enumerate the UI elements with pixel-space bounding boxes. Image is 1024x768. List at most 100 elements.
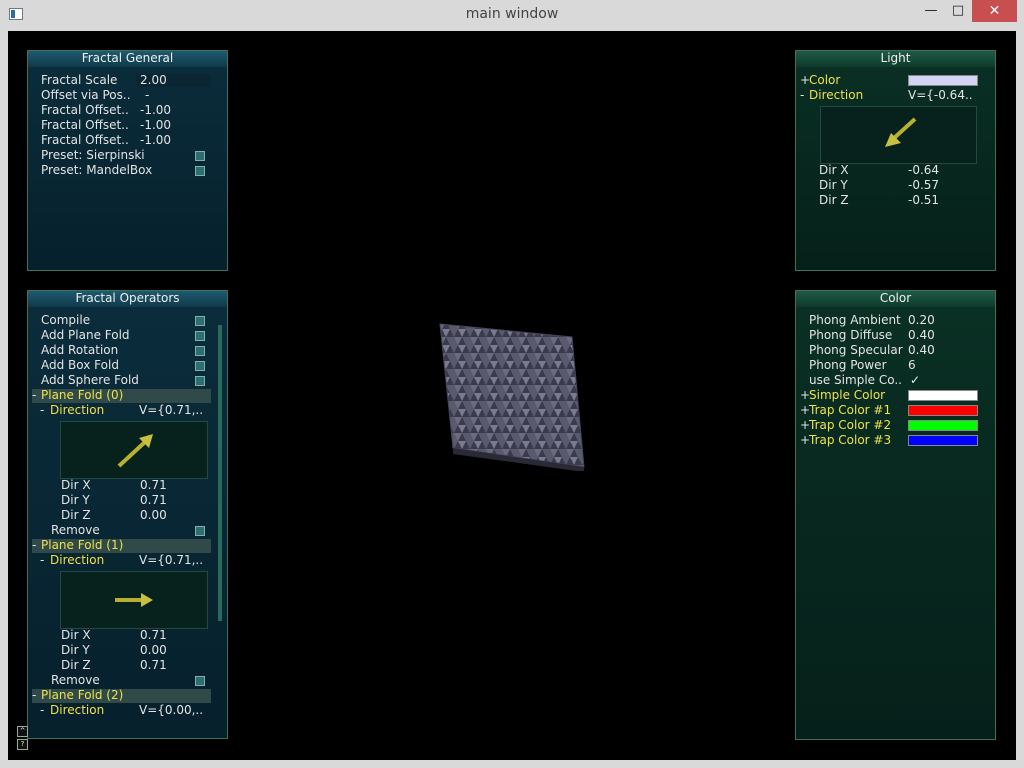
plane-fold-2-direction-row[interactable]: - Direction V={0.00,..: [40, 703, 220, 718]
light-direction-widget[interactable]: [820, 106, 977, 164]
add-plane-fold-button[interactable]: Add Plane Fold: [41, 328, 211, 343]
panel-title: Fractal General: [28, 51, 227, 67]
row-value[interactable]: 0.71: [140, 628, 167, 643]
preset-sierpinski-checkbox[interactable]: [195, 151, 205, 161]
row-value[interactable]: -: [145, 88, 149, 103]
trap-color-3-row[interactable]: + Trap Color #3: [800, 433, 990, 448]
arrow-up-right-icon: [117, 434, 153, 468]
light-direction-row[interactable]: - Direction V={-0.64..: [800, 88, 990, 103]
row-value[interactable]: 0.40: [908, 328, 935, 343]
direction-widget-0[interactable]: [60, 421, 208, 479]
light-dir-z-row[interactable]: Dir Z -0.51: [819, 193, 979, 208]
trap-color-3-swatch[interactable]: [908, 435, 978, 446]
expand-toggle[interactable]: -: [32, 388, 36, 403]
row-value[interactable]: 0.40: [908, 343, 935, 358]
direction-value: V={0.00,..: [139, 703, 204, 717]
help-icon[interactable]: ?: [17, 739, 28, 750]
add-plane-fold-checkbox[interactable]: [195, 331, 205, 341]
phong-diffuse-row[interactable]: Phong Diffuse 0.40: [809, 328, 989, 343]
row-value[interactable]: -1.00: [140, 103, 171, 118]
fractal-offset-y-row[interactable]: Fractal Offset.. -1.00: [41, 118, 226, 133]
expand-toggle[interactable]: -: [40, 553, 44, 568]
plane-fold-0-header-row[interactable]: - Plane Fold (0): [32, 388, 212, 403]
row-label: Dir Z: [819, 193, 849, 207]
render-viewport[interactable]: Fractal General Fractal Scale 2.00 Offse…: [8, 31, 1016, 760]
remove-checkbox[interactable]: [195, 676, 205, 686]
expand-toggle[interactable]: -: [32, 688, 36, 703]
expand-toggle[interactable]: -: [32, 538, 36, 553]
simple-color-swatch[interactable]: [908, 390, 978, 401]
plane-fold-1-direction-row[interactable]: - Direction V={0.71,..: [40, 553, 220, 568]
row-value[interactable]: 0.71: [140, 493, 167, 508]
check-icon[interactable]: ✓: [910, 373, 920, 388]
row-value[interactable]: 6: [908, 358, 916, 373]
dir-x-row[interactable]: Dir X 0.71: [61, 478, 211, 493]
plane-fold-1-header-row[interactable]: - Plane Fold (1): [32, 538, 212, 553]
compile-button[interactable]: Compile: [41, 313, 211, 328]
add-sphere-fold-checkbox[interactable]: [195, 376, 205, 386]
row-value[interactable]: 0.00: [140, 643, 167, 658]
expand-toggle[interactable]: -: [40, 403, 44, 418]
dir-y-row[interactable]: Dir Y 0.00: [61, 643, 211, 658]
color-label: Color: [809, 73, 841, 87]
row-value[interactable]: -1.00: [140, 118, 171, 133]
panel-scrollbar[interactable]: [218, 325, 222, 621]
row-value[interactable]: -1.00: [140, 133, 171, 148]
maximize-button[interactable]: □: [944, 0, 972, 22]
row-label: Fractal Offset..: [41, 103, 129, 117]
row-value[interactable]: 0.00: [140, 508, 167, 523]
expand-toggle[interactable]: -: [800, 88, 804, 103]
trap-color-1-swatch[interactable]: [908, 405, 978, 416]
dir-y-row[interactable]: Dir Y 0.71: [61, 493, 211, 508]
row-value[interactable]: -0.51: [908, 193, 939, 208]
row-value[interactable]: 0.20: [908, 313, 935, 328]
light-dir-y-row[interactable]: Dir Y -0.57: [819, 178, 979, 193]
phong-specular-row[interactable]: Phong Specular 0.40: [809, 343, 989, 358]
fractal-offset-x-row[interactable]: Fractal Offset.. -1.00: [41, 103, 226, 118]
phong-power-row[interactable]: Phong Power 6: [809, 358, 989, 373]
simple-color-row[interactable]: + Simple Color: [800, 388, 990, 403]
add-box-fold-checkbox[interactable]: [195, 361, 205, 371]
remove-checkbox[interactable]: [195, 526, 205, 536]
light-color-row[interactable]: + Color: [800, 73, 990, 88]
row-value[interactable]: 0.71: [140, 658, 167, 673]
close-button[interactable]: ✕: [972, 0, 1017, 22]
trap-color-1-row[interactable]: + Trap Color #1: [800, 403, 990, 418]
plane-fold-0-direction-row[interactable]: - Direction V={0.71,..: [40, 403, 220, 418]
row-value[interactable]: -0.57: [908, 178, 939, 193]
phong-ambient-row[interactable]: Phong Ambient 0.20: [809, 313, 989, 328]
trap-color-2-row[interactable]: + Trap Color #2: [800, 418, 990, 433]
iconify-up-icon[interactable]: ^: [17, 726, 28, 737]
dir-z-row[interactable]: Dir Z 0.00: [61, 508, 211, 523]
row-value[interactable]: 2.00: [140, 73, 167, 88]
fractal-offset-z-row[interactable]: Fractal Offset.. -1.00: [41, 133, 226, 148]
offset-via-pos-row[interactable]: Offset via Pos.. -: [41, 88, 226, 103]
trap-color-2-swatch[interactable]: [908, 420, 978, 431]
row-value[interactable]: -0.64: [908, 163, 939, 178]
minimize-button[interactable]: —: [918, 0, 944, 22]
use-simple-color-row[interactable]: use Simple Co.. ✓: [809, 373, 989, 388]
compile-checkbox[interactable]: [195, 316, 205, 326]
add-sphere-fold-button[interactable]: Add Sphere Fold: [41, 373, 211, 388]
fractal-operators-panel: Fractal Operators Compile Add Plane Fold…: [27, 290, 228, 739]
add-rotation-checkbox[interactable]: [195, 346, 205, 356]
preset-sierpinski-button[interactable]: Preset: Sierpinski: [41, 148, 226, 163]
add-rotation-button[interactable]: Add Rotation: [41, 343, 211, 358]
preset-mandelbox-checkbox[interactable]: [195, 166, 205, 176]
light-color-swatch[interactable]: [908, 75, 978, 86]
row-value[interactable]: 0.71: [140, 478, 167, 493]
preset-mandelbox-button[interactable]: Preset: MandelBox: [41, 163, 226, 178]
fractal-render[interactable]: [438, 321, 588, 471]
expand-toggle[interactable]: -: [40, 703, 44, 718]
direction-widget-1[interactable]: [60, 571, 208, 629]
plane-fold-2-header-row[interactable]: - Plane Fold (2): [32, 688, 212, 703]
direction-label: Direction: [50, 703, 105, 717]
row-label: Phong Specular: [809, 343, 903, 357]
add-box-fold-button[interactable]: Add Box Fold: [41, 358, 211, 373]
dir-z-row[interactable]: Dir Z 0.71: [61, 658, 211, 673]
remove-fold-1-button[interactable]: Remove: [51, 673, 211, 688]
dir-x-row[interactable]: Dir X 0.71: [61, 628, 211, 643]
fractal-scale-row[interactable]: Fractal Scale 2.00: [41, 73, 226, 88]
light-dir-x-row[interactable]: Dir X -0.64: [819, 163, 979, 178]
remove-fold-0-button[interactable]: Remove: [51, 523, 211, 538]
